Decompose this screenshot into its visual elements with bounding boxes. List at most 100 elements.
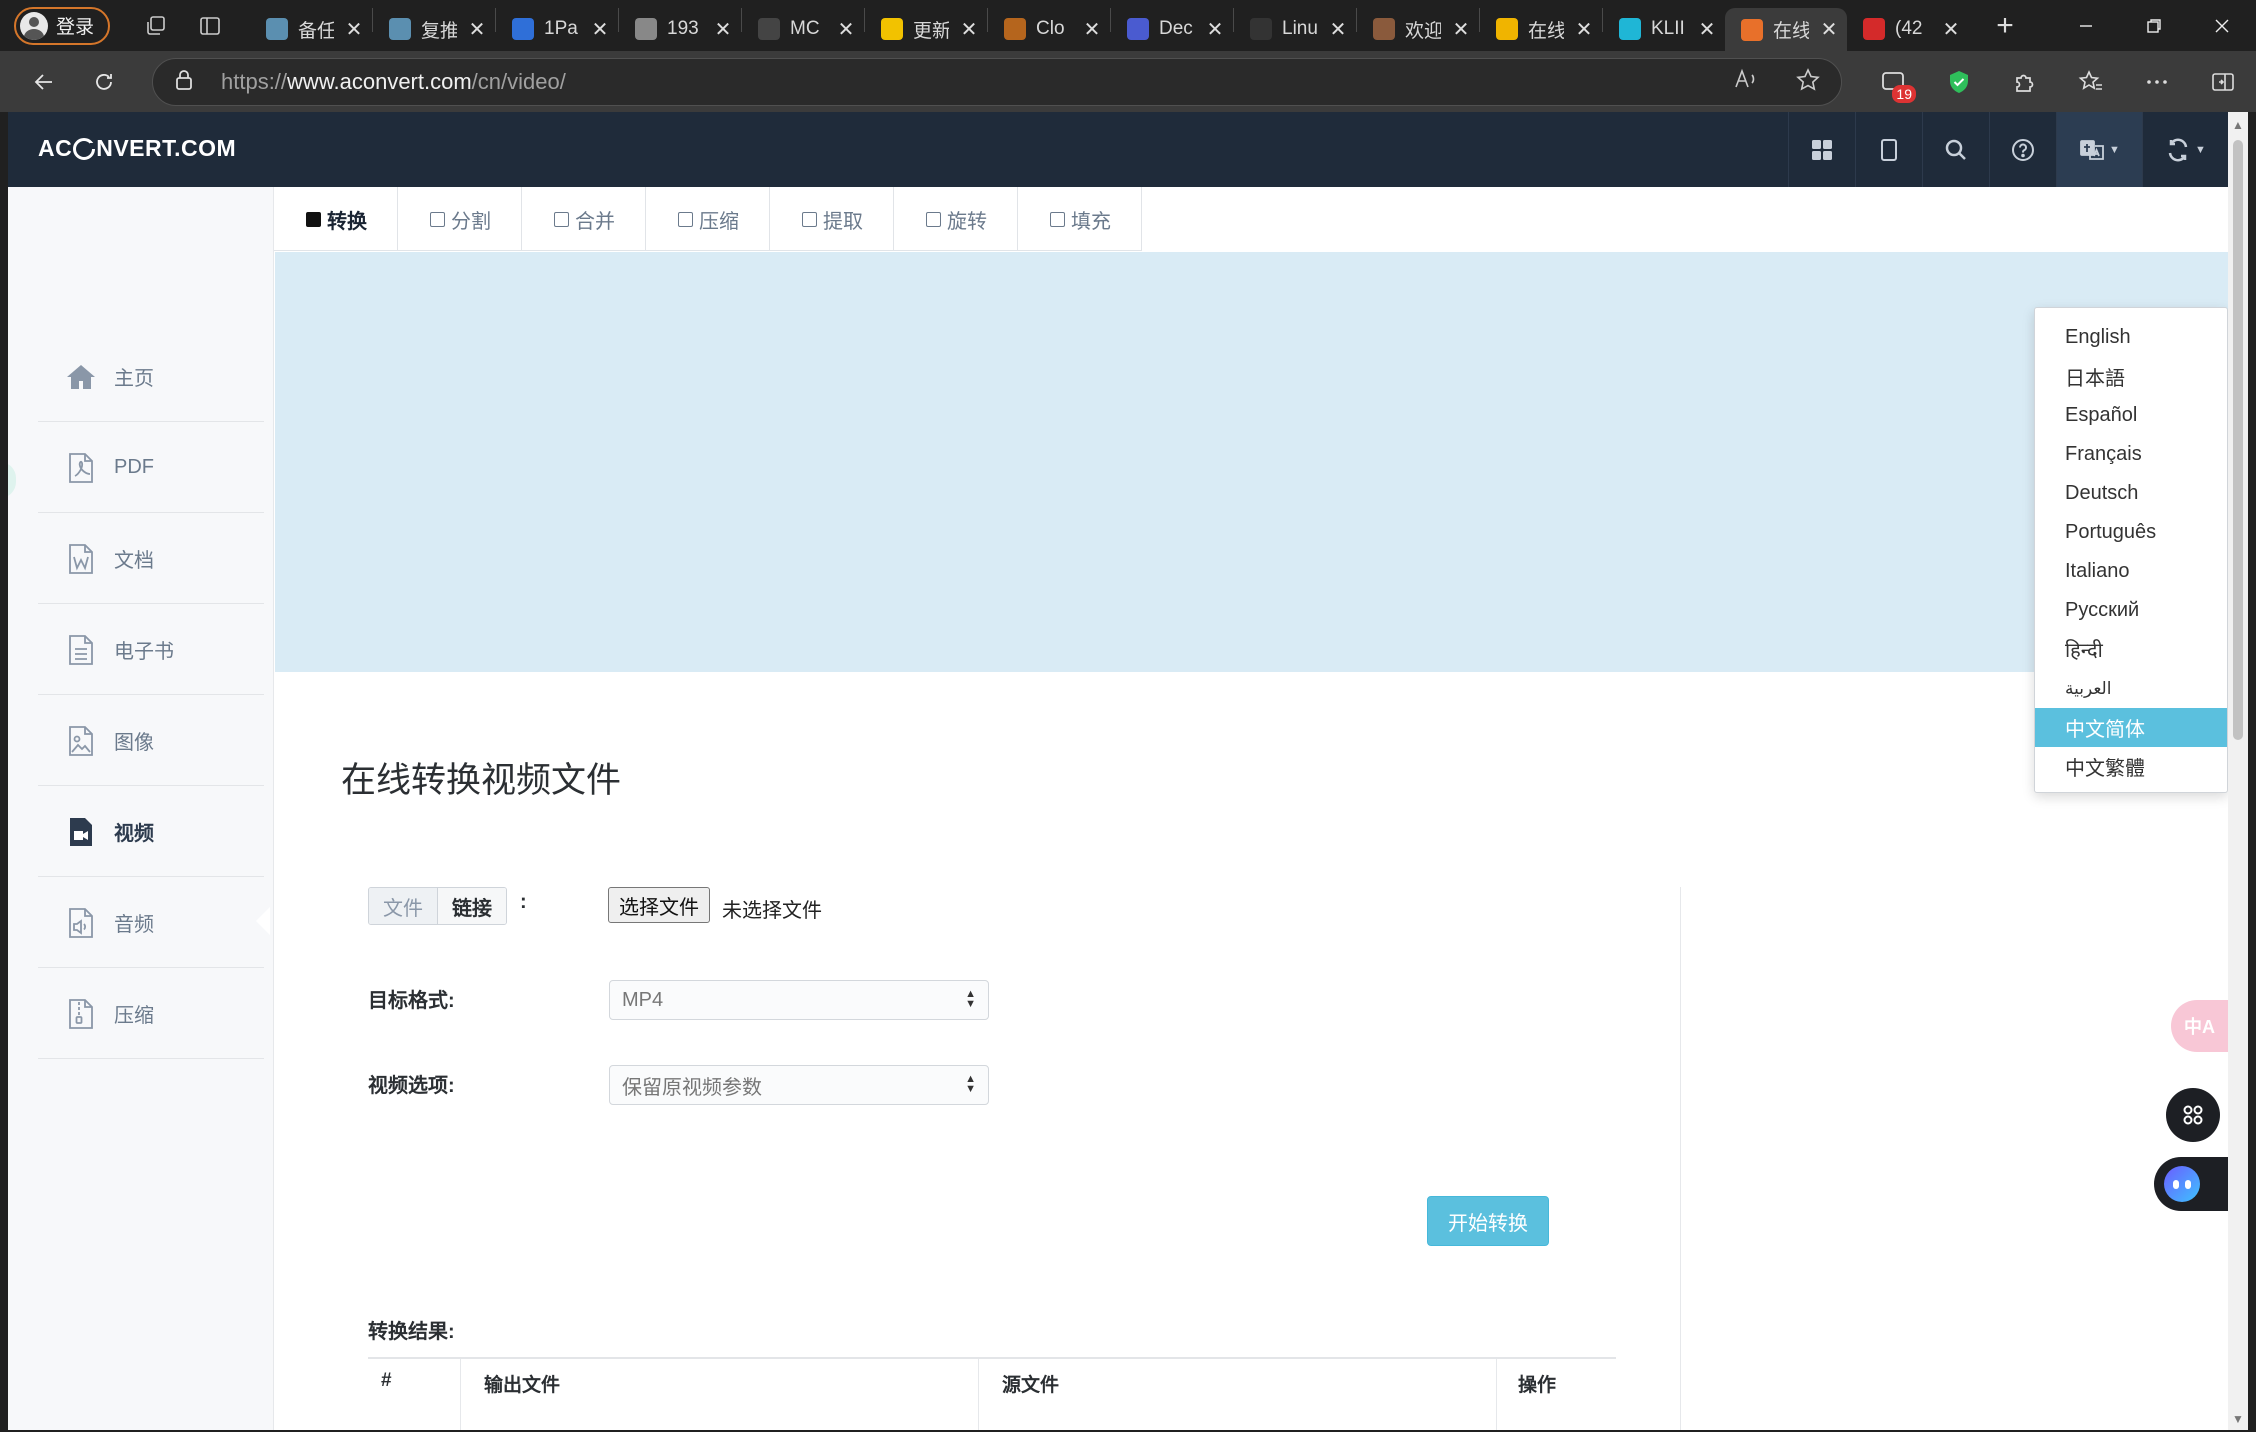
language-option[interactable]: हिन्दी (2035, 630, 2227, 669)
start-convert-button[interactable]: 开始转换 (1427, 1196, 1549, 1246)
scroll-thumb[interactable] (2233, 140, 2243, 740)
sidebar-item-1[interactable]: PDF (38, 423, 264, 513)
extension-counter-icon[interactable]: 19 (1870, 59, 1916, 105)
tab-close-icon[interactable]: ✕ (467, 17, 487, 42)
browser-tab[interactable]: 在线 ✕ (1480, 8, 1602, 50)
tab-function-5[interactable]: 旋转 (894, 187, 1018, 251)
language-option[interactable]: 中文简体 (2035, 708, 2227, 747)
tab-function-1[interactable]: 分割 (398, 187, 522, 251)
profile-label: 登录 (56, 17, 95, 38)
tab-close-icon[interactable]: ✕ (1697, 17, 1717, 42)
back-button[interactable] (14, 57, 74, 107)
shield-icon[interactable] (1936, 59, 1982, 105)
page-scrollbar[interactable]: ▲ ▼ (2228, 112, 2248, 1430)
assistant-bot-icon[interactable] (2154, 1157, 2228, 1211)
search-icon[interactable] (1922, 112, 1989, 187)
sidebar-item-3[interactable]: 电子书 (38, 605, 264, 695)
apps-widget-icon[interactable] (2166, 1088, 2220, 1142)
sidebar-item-5[interactable]: 视频 (38, 787, 264, 877)
close-window-button[interactable] (2188, 0, 2256, 51)
language-option[interactable]: 中文繁體 (2035, 747, 2227, 786)
link-source-tab[interactable]: 链接 (437, 888, 506, 924)
language-option[interactable]: Français (2035, 435, 2227, 474)
tab-function-6[interactable]: 填充 (1018, 187, 1142, 251)
minimize-button[interactable] (2052, 0, 2120, 51)
browser-tab[interactable]: 备任 ✕ (250, 8, 372, 50)
language-option[interactable]: Português (2035, 513, 2227, 552)
tab-close-icon[interactable]: ✕ (344, 17, 364, 42)
tab-function-2[interactable]: 合并 (522, 187, 646, 251)
tablet-icon[interactable] (1855, 112, 1922, 187)
convert-history-button[interactable]: ▼ (2142, 112, 2228, 187)
tab-close-icon[interactable]: ✕ (1819, 17, 1839, 42)
tab-favicon-icon (881, 18, 903, 40)
tab-favicon-icon (389, 18, 411, 40)
tab-close-icon[interactable]: ✕ (1451, 17, 1471, 42)
favorite-star-icon[interactable] (1795, 67, 1821, 98)
browser-tab[interactable]: Clo ✕ (988, 8, 1110, 50)
tab-function-4[interactable]: 提取 (770, 187, 894, 251)
sidebar-toggle-icon[interactable] (2200, 59, 2246, 105)
browser-tab[interactable]: 1Pa ✕ (496, 8, 618, 50)
language-option[interactable]: العربية (2035, 669, 2227, 708)
grid-apps-icon[interactable] (1788, 112, 1855, 187)
browser-tab[interactable]: Dec ✕ (1111, 8, 1233, 50)
read-aloud-icon[interactable] (1733, 67, 1759, 98)
tab-function-3[interactable]: 压缩 (646, 187, 770, 251)
tab-close-icon[interactable]: ✕ (1941, 17, 1961, 42)
file-source-tab[interactable]: 文件 (369, 888, 437, 924)
restore-button[interactable] (2120, 0, 2188, 51)
scroll-down-arrow[interactable]: ▼ (2231, 1412, 2245, 1426)
tab-close-icon[interactable]: ✕ (713, 17, 733, 42)
workspaces-icon[interactable] (132, 2, 180, 50)
address-bar[interactable]: https://www.aconvert.com/cn/video/ (152, 58, 1842, 106)
language-option[interactable]: Русский (2035, 591, 2227, 630)
video-options-select[interactable]: 保留原视频参数 ▲ ▼ (609, 1065, 989, 1105)
tab-close-icon[interactable]: ✕ (1205, 17, 1225, 42)
browser-tab[interactable]: 在线 ✕ (1725, 8, 1847, 51)
choose-file-button[interactable]: 选择文件 (608, 887, 710, 923)
extensions-puzzle-icon[interactable] (2002, 59, 2048, 105)
browser-tab[interactable]: 193 ✕ (619, 8, 741, 50)
tab-close-icon[interactable]: ✕ (1328, 17, 1348, 42)
tab-close-icon[interactable]: ✕ (959, 17, 979, 42)
reload-button[interactable] (74, 57, 134, 107)
sidebar-item-0[interactable]: 主页 (38, 332, 264, 422)
browser-tab[interactable]: (42 ✕ (1847, 8, 1969, 50)
browser-tab[interactable]: Linu ✕ (1234, 8, 1356, 50)
new-tab-button[interactable]: + (1981, 5, 2029, 47)
target-format-select[interactable]: MP4 ▲ ▼ (609, 980, 989, 1020)
sidebar-item-6[interactable]: 音频 (38, 878, 264, 968)
sidebar-item-7[interactable]: 压缩 (38, 969, 264, 1059)
translate-widget[interactable]: 中A (2171, 1000, 2228, 1052)
browser-tab[interactable]: 更新 ✕ (865, 8, 987, 50)
browser-tab[interactable]: 复推 ✕ (373, 8, 495, 50)
browser-tab[interactable]: KLII ✕ (1603, 8, 1725, 50)
target-format-value: MP4 (622, 988, 664, 1011)
tab-actions-icon[interactable] (186, 2, 234, 50)
language-option[interactable]: Deutsch (2035, 474, 2227, 513)
help-icon[interactable] (1989, 112, 2056, 187)
browser-tab[interactable]: 欢迎 ✕ (1357, 8, 1479, 50)
browser-tab[interactable]: MC ✕ (742, 8, 864, 50)
language-option[interactable]: 日本語 (2035, 357, 2227, 396)
profile-button[interactable]: 登录 (14, 6, 110, 45)
sidebar-item-4[interactable]: 图像 (38, 696, 264, 786)
scroll-up-arrow[interactable]: ▲ (2231, 118, 2245, 132)
favorites-icon[interactable] (2068, 59, 2114, 105)
language-option[interactable]: Español (2035, 396, 2227, 435)
language-option[interactable]: Italiano (2035, 552, 2227, 591)
tab-close-icon[interactable]: ✕ (1574, 17, 1594, 42)
sidebar-item-2[interactable]: 文档 (38, 514, 264, 604)
site-logo[interactable]: AC NVERT.COM (38, 135, 236, 162)
results-label: 转换结果: (368, 1321, 455, 1343)
tab-close-icon[interactable]: ✕ (1082, 17, 1102, 42)
tab-function-0[interactable]: 转换 (274, 187, 398, 251)
tab-close-icon[interactable]: ✕ (590, 17, 610, 42)
checkbox-icon (554, 211, 569, 227)
more-menu-icon[interactable] (2134, 59, 2180, 105)
tab-title: Clo (1036, 18, 1065, 39)
language-button[interactable]: ▼ (2056, 112, 2142, 187)
language-option[interactable]: English (2035, 318, 2227, 357)
tab-close-icon[interactable]: ✕ (836, 17, 856, 42)
